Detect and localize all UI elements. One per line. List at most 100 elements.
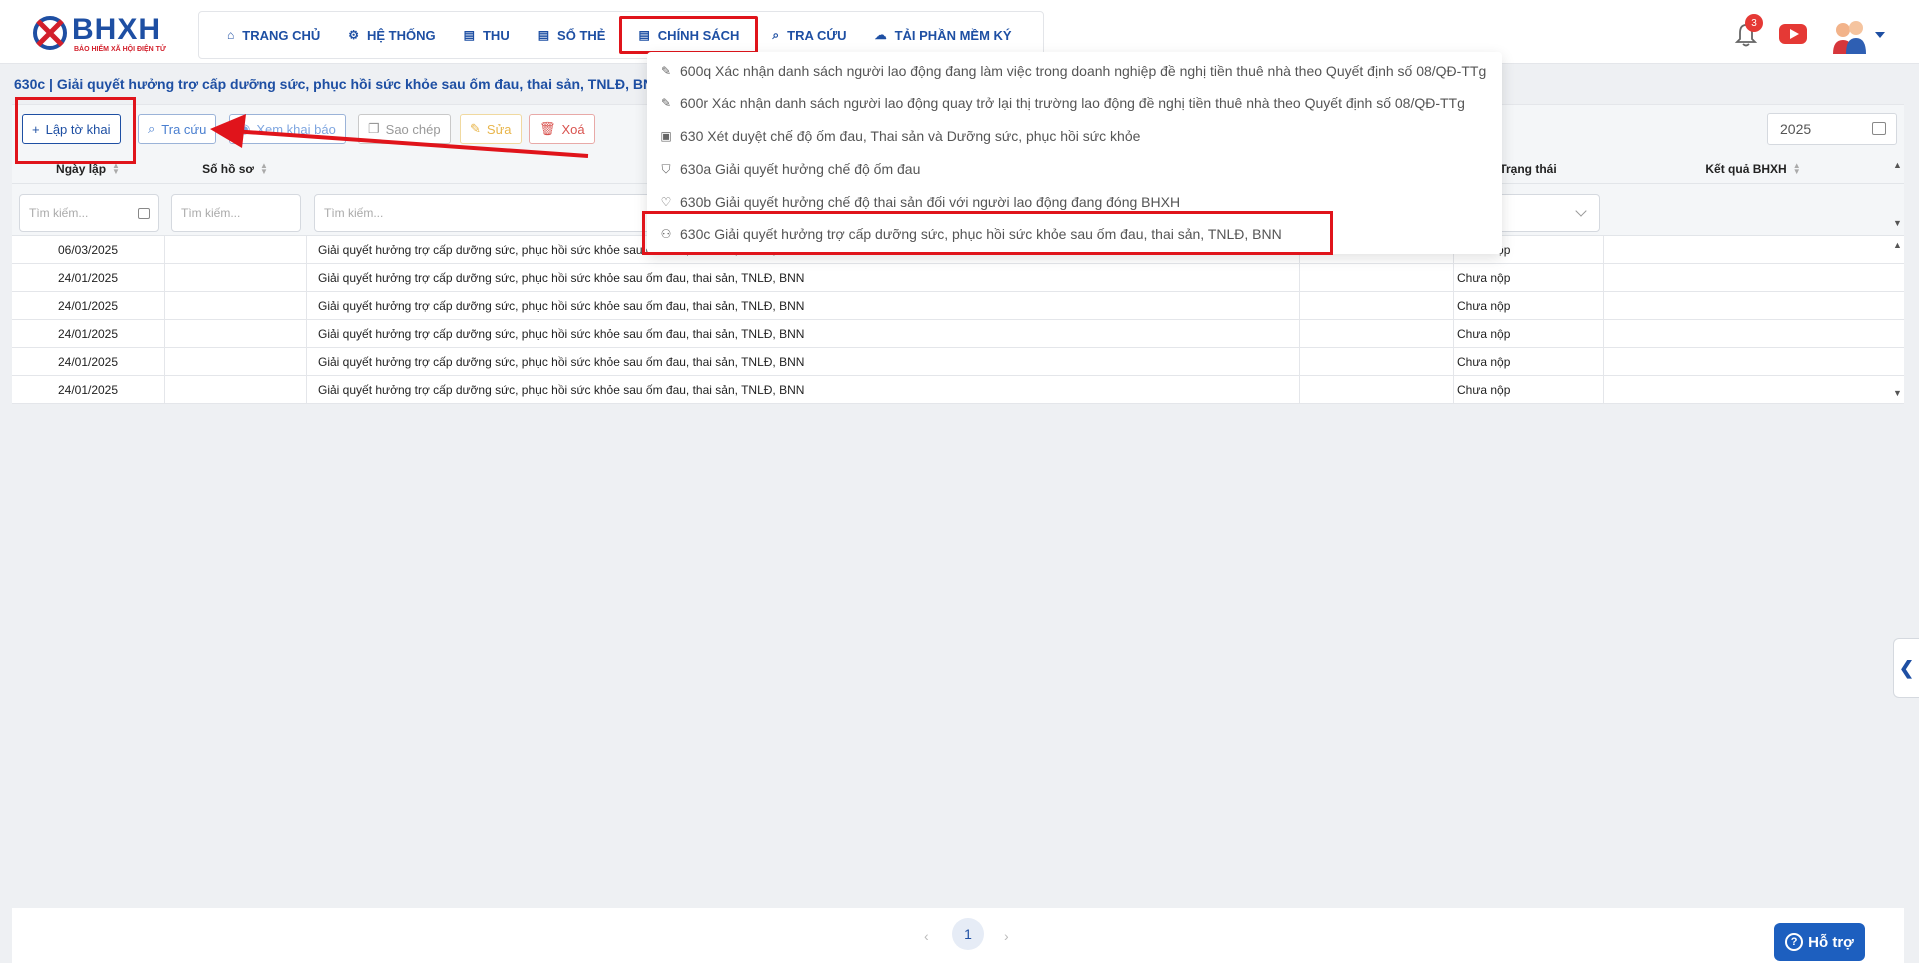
cell-status: Chưa nộp [1457, 271, 1511, 285]
nav-label: TẢI PHẦN MỀM KÝ [894, 27, 1012, 43]
copy-button[interactable]: ❐ Sao chép [358, 114, 451, 144]
year-picker[interactable]: 2025 [1767, 113, 1897, 145]
copy-icon: ❐ [368, 121, 380, 136]
cell-name: Giải quyết hưởng trợ cấp dưỡng sức, phục… [318, 383, 805, 397]
sort-icon: ▲ ▼ [112, 161, 120, 176]
cell-status: Chưa nộp [1457, 327, 1511, 341]
document-icon: ▤ [638, 28, 650, 42]
menu-label: 600r Xác nhận danh sách người lao động q… [680, 95, 1465, 111]
header-date[interactable]: Ngày lập ▲ ▼ [12, 154, 164, 184]
chevron-left-icon: ❮ [1898, 657, 1915, 678]
avatar[interactable] [1829, 16, 1869, 56]
chevron-left-icon[interactable]: ‹ [924, 928, 929, 944]
document-icon: ▤ [537, 28, 550, 42]
menu-item-600q[interactable]: ✎ 600q Xác nhận danh sách người lao động … [659, 58, 1486, 84]
menu-label: 600q Xác nhận danh sách người lao động đ… [680, 63, 1487, 79]
menu-item-630c[interactable]: ⚇ 630c Giải quyết hưởng trợ cấp dưỡng sức… [659, 221, 1282, 247]
shield-check-icon: ⛉ [661, 161, 671, 176]
nav-so-the[interactable]: ▤ SỔ THẺ [524, 16, 620, 54]
header-file-no[interactable]: Số hồ sơ ▲ ▼ [164, 154, 306, 184]
cell-date: 24/01/2025 [57, 299, 119, 313]
search-button[interactable]: ⌕ Tra cứu [138, 114, 217, 144]
table-row[interactable]: 24/01/2025 Giải quyết hưởng trợ cấp dưỡng… [12, 264, 1904, 292]
nav-thu[interactable]: ▤ THU [450, 16, 524, 54]
side-panel-toggle[interactable]: ❮ [1893, 638, 1919, 698]
cell-date: 06/03/2025 [57, 243, 119, 257]
clipboard-icon: ▣ [660, 129, 672, 143]
header-result[interactable]: Kết quả BHXH ▲ ▼ [1603, 154, 1903, 184]
button-label: Xoá [561, 121, 585, 137]
nav-tra-cuu[interactable]: ⌕ TRA CỨU [758, 16, 860, 54]
placeholder: Tìm kiếm... [29, 206, 89, 220]
name-filter-input[interactable]: Tìm kiếm... [314, 194, 674, 232]
view-declaration-button[interactable]: ◉ Xem khai báo [229, 114, 346, 144]
user-icon: ⚇ [660, 227, 672, 241]
delete-button[interactable]: 🗑 Xoá [529, 114, 595, 144]
date-filter-input[interactable]: Tìm kiếm... [19, 194, 159, 232]
cloud-download-icon: ☁ [874, 28, 887, 42]
pencil-icon: ✎ [470, 121, 481, 136]
youtube-icon[interactable] [1779, 24, 1807, 44]
nav-label: SỔ THẺ [557, 27, 606, 43]
cell-name: Giải quyết hưởng trợ cấp dưỡng sức, phục… [318, 355, 805, 369]
eye-icon: ◉ [239, 121, 251, 136]
search-icon: ⌕ [148, 121, 156, 136]
trash-icon: 🗑 [539, 121, 556, 136]
logo-text: BHXH [72, 13, 162, 46]
button-label: Xem khai báo [256, 121, 336, 137]
page-number[interactable]: 1 [952, 918, 984, 950]
placeholder: Tìm kiếm... [324, 206, 384, 220]
nav-trang-chu[interactable]: ⌂ TRANG CHỦ [213, 16, 334, 54]
nav-label: TRA CỨU [787, 27, 847, 43]
heart-icon: ♡ [660, 195, 672, 209]
bhxh-logo[interactable]: BHXH BẢO HIỂM XÃ HỘI ĐIỆN TỬ [30, 13, 180, 55]
plus-icon: + [32, 121, 40, 137]
logo-emblem-icon [33, 16, 67, 50]
cell-date: 24/01/2025 [57, 327, 119, 341]
menu-label: 630a Giải quyết hưởng chế độ ốm đau [680, 161, 921, 177]
menu-item-630a[interactable]: ⛉ 630a Giải quyết hưởng chế độ ốm đau [659, 156, 920, 182]
year-value: 2025 [1780, 121, 1812, 137]
scroll-up-icon[interactable]: ▲ [1893, 160, 1902, 170]
menu-label: 630 Xét duyệt chế độ ốm đau, Thai sản và… [680, 128, 1141, 144]
gear-icon: ⚙ [348, 28, 360, 42]
home-icon: ⌂ [227, 28, 235, 42]
menu-item-630[interactable]: ▣ 630 Xét duyệt chế độ ốm đau, Thai sản v… [659, 123, 1140, 149]
edit-icon: ✎ [660, 96, 672, 110]
nav-tai-phan-mem-ky[interactable]: ☁ TẢI PHẦN MỀM KÝ [861, 16, 1026, 54]
cell-date: 24/01/2025 [57, 355, 119, 369]
notification-badge: 3 [1745, 14, 1763, 32]
menu-item-600r[interactable]: ✎ 600r Xác nhận danh sách người lao động … [659, 90, 1465, 116]
chinh-sach-dropdown: ✎ 600q Xác nhận danh sách người lao động … [647, 52, 1502, 254]
scroll-down-icon[interactable]: ▼ [1893, 388, 1902, 398]
file-no-filter-input[interactable]: Tìm kiếm... [171, 194, 301, 232]
nav-label: HỆ THỐNG [367, 27, 436, 43]
help-button[interactable]: ? Hỗ trợ [1774, 923, 1865, 961]
sort-icon: ▲ ▼ [1792, 161, 1801, 176]
nav-label: THU [482, 27, 510, 43]
table-body: 06/03/2025 Giải quyết hưởng trợ cấp dưỡng… [12, 236, 1904, 404]
nav-chinh-sach[interactable]: ▤ CHÍNH SÁCH [619, 16, 759, 54]
header-label: Số hồ sơ [202, 162, 254, 176]
create-form-button[interactable]: + Lập tờ khai [22, 114, 121, 144]
menu-item-630b[interactable]: ♡ 630b Giải quyết hưởng chế độ thai sản đ… [659, 189, 1180, 215]
header-label: Kết quả BHXH [1705, 162, 1787, 176]
nav-label: CHÍNH SÁCH [657, 27, 740, 43]
chevron-right-icon[interactable]: › [1004, 928, 1009, 944]
calendar-icon [138, 208, 150, 219]
scroll-down-icon[interactable]: ▼ [1893, 218, 1902, 228]
table-row[interactable]: 24/01/2025 Giải quyết hưởng trợ cấp dưỡng… [12, 292, 1904, 320]
help-label: Hỗ trợ [1808, 933, 1854, 951]
table-row[interactable]: 24/01/2025 Giải quyết hưởng trợ cấp dưỡng… [12, 320, 1904, 348]
page-title: 630c | Giải quyết hưởng trợ cấp dưỡng sứ… [14, 76, 664, 92]
chevron-down-icon[interactable] [1875, 32, 1885, 38]
question-icon: ? [1785, 933, 1804, 951]
scroll-up-icon[interactable]: ▲ [1893, 240, 1902, 250]
edit-button[interactable]: ✎ Sửa [460, 114, 522, 144]
header-label: Ngày lập [56, 162, 107, 176]
nav-he-thong[interactable]: ⚙ HỆ THỐNG [334, 16, 449, 54]
table-row[interactable]: 24/01/2025 Giải quyết hưởng trợ cấp dưỡng… [12, 348, 1904, 376]
search-icon: ⌕ [772, 27, 780, 42]
table-row[interactable]: 24/01/2025 Giải quyết hưởng trợ cấp dưỡng… [12, 376, 1904, 404]
sort-icon: ▲ ▼ [259, 161, 268, 176]
